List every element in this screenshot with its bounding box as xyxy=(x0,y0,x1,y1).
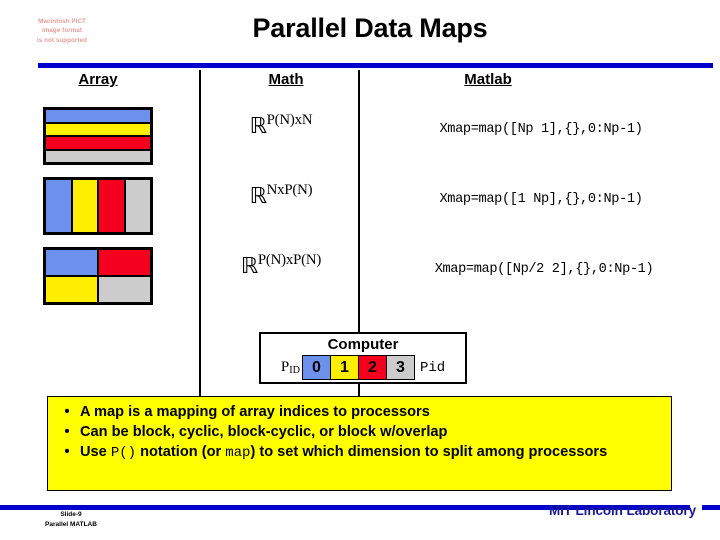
bullet-text-part: Can be block, cyclic, block-cyclic, or b… xyxy=(80,424,448,440)
array-cell xyxy=(46,277,97,302)
column-header-math: Math xyxy=(206,71,366,88)
math-exponent: NxP(N) xyxy=(266,182,313,198)
page-title: Parallel Data Maps xyxy=(252,13,488,43)
matlab-code-row-2: Xmap=map([1 Np],{},0:Np-1) xyxy=(439,192,643,207)
array-cell xyxy=(46,250,97,275)
array-figure-block-row xyxy=(46,275,150,302)
broken-image-line-2: image format xyxy=(41,27,83,35)
legend-title: Computer xyxy=(327,336,399,353)
broken-image-line-3: is not supported xyxy=(36,36,88,44)
math-expression-row-2: ℝNxP(N) xyxy=(206,182,356,209)
array-cell xyxy=(46,135,150,149)
pid-code-label: Pid xyxy=(419,359,446,376)
real-numbers-symbol: ℝ xyxy=(249,183,267,209)
array-figure-block-row xyxy=(46,250,150,275)
array-figure-row-split xyxy=(43,107,153,165)
math-exponent: P(N)xN xyxy=(266,112,313,128)
footer-slide-number: Slide-9 xyxy=(60,511,82,518)
bullet-text-part: ) to set which dimension to split among … xyxy=(250,444,608,460)
column-header-array-label: Array xyxy=(78,71,118,88)
pid-label-base: P xyxy=(280,358,290,375)
bullet-code-map: map xyxy=(225,445,251,461)
bullet-text: Can be block, cyclic, block-cyclic, or b… xyxy=(80,422,665,442)
legend-cell-group: 0 1 2 3 xyxy=(301,355,415,380)
real-numbers-symbol: ℝ xyxy=(240,253,258,279)
array-cell xyxy=(46,148,150,162)
bullet-code-p-notation: P() xyxy=(110,445,137,461)
legend-cell-3: 3 xyxy=(385,356,414,379)
math-expression-row-1: ℝP(N)xN xyxy=(206,112,356,139)
broken-image-placeholder: Macintosh PICT image format is not suppo… xyxy=(26,13,98,49)
bullet-marker-icon: • xyxy=(64,443,70,460)
bullet-text-part: Use xyxy=(80,444,111,460)
math-expression-row-3: ℝP(N)xP(N) xyxy=(200,252,362,279)
footer-divider-rule-tail xyxy=(702,505,720,510)
header-divider-rule xyxy=(38,63,713,68)
bullet-text-part: notation (or xyxy=(136,444,226,460)
footer-organization: MIT Lincoln Laboratory xyxy=(548,503,696,518)
column-header-math-label: Math xyxy=(268,71,304,88)
bullet-text: A map is a mapping of array indices to p… xyxy=(80,402,665,422)
broken-image-line-1: Macintosh PICT xyxy=(38,17,86,25)
matlab-code-row-1: Xmap=map([Np 1],{},0:Np-1) xyxy=(439,122,643,137)
column-header-matlab: Matlab xyxy=(380,71,596,88)
legend-cell-0: 0 xyxy=(302,356,330,379)
math-exponent: P(N)xP(N) xyxy=(257,252,322,268)
array-cell xyxy=(46,110,150,122)
bullet-marker-icon: • xyxy=(64,403,70,420)
pid-label-subscript: ID xyxy=(289,365,300,377)
footer-slide-info: Slide-9 Parallel MATLAB xyxy=(28,510,114,530)
array-cell xyxy=(46,121,150,135)
legend-cell-1: 1 xyxy=(329,356,358,379)
array-figure-block-split xyxy=(43,247,153,305)
legend-row: PID 0 1 2 3 Pid xyxy=(261,355,465,380)
pid-label: PID xyxy=(281,359,302,376)
footer-deck-name: Parallel MATLAB xyxy=(45,521,97,528)
column-header-array: Array xyxy=(42,71,154,88)
bullet-text: Use P() notation (or map) to set which d… xyxy=(80,442,665,463)
column-header-matlab-label: Matlab xyxy=(464,71,512,88)
matlab-code-row-3: Xmap=map([Np/2 2],{},0:Np-1) xyxy=(434,262,654,277)
array-cell xyxy=(97,250,150,275)
array-cell xyxy=(123,180,150,232)
bullet-item: • Can be block, cyclic, block-cyclic, or… xyxy=(54,422,665,442)
bullet-text-part: A map is a mapping of array indices to p… xyxy=(80,404,430,420)
array-cell xyxy=(97,277,150,302)
real-numbers-symbol: ℝ xyxy=(249,113,267,139)
column-divider-1 xyxy=(199,70,201,398)
bullet-item: • Use P() notation (or map) to set which… xyxy=(54,442,665,463)
array-cell xyxy=(70,180,97,232)
array-figure-column-split xyxy=(43,177,153,235)
bullet-item: • A map is a mapping of array indices to… xyxy=(54,402,665,422)
bullet-marker-icon: • xyxy=(64,423,70,440)
array-cell xyxy=(97,180,124,232)
summary-bullet-box: • A map is a mapping of array indices to… xyxy=(47,396,672,491)
computer-legend: Computer PID 0 1 2 3 Pid xyxy=(259,332,467,384)
array-cell xyxy=(46,180,71,232)
legend-cell-2: 2 xyxy=(357,356,386,379)
